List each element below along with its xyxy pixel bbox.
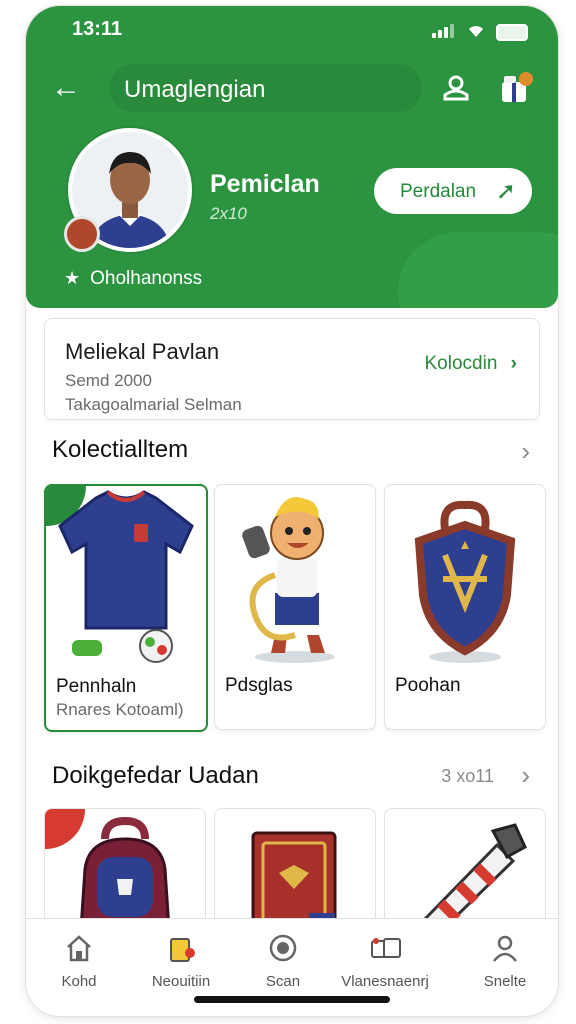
nav-label: Scan bbox=[265, 973, 301, 990]
chevron-right-icon[interactable]: › bbox=[521, 436, 530, 467]
status-time: 13:11 bbox=[72, 18, 123, 40]
scan-icon bbox=[269, 934, 297, 962]
profile-icon bbox=[493, 935, 517, 962]
arrow-right-icon: ➚ bbox=[495, 178, 516, 205]
title-pill: Umaglengian bbox=[110, 64, 422, 112]
summary-link[interactable]: Kolocdin › bbox=[425, 353, 518, 375]
profile-header: 13:11 ← Umaglengian Pemiclan 2x10 Perdal… bbox=[26, 6, 558, 308]
summary-line-1: Semd 2000 bbox=[65, 371, 152, 390]
summary-title: Meliekal Pavlan bbox=[65, 339, 220, 364]
item-book[interactable] bbox=[214, 808, 376, 930]
user-settings-icon[interactable] bbox=[438, 70, 474, 106]
home-indicator[interactable] bbox=[194, 996, 390, 1003]
phone-screen: 13:11 ← Umaglengian Pemiclan 2x10 Perdal… bbox=[26, 6, 558, 1016]
profile-stat: ★ Oholhanonss bbox=[64, 268, 202, 290]
profile-name: Pemiclan bbox=[210, 170, 320, 198]
item-label: Poohan bbox=[395, 675, 461, 696]
summary-link-label: Kolocdin bbox=[424, 353, 498, 374]
item-backpack[interactable] bbox=[44, 808, 206, 930]
collection-item-mascot[interactable]: Pdsglas bbox=[214, 484, 376, 730]
cards-icon bbox=[371, 938, 401, 958]
wifi-icon bbox=[469, 26, 483, 37]
scarf-image bbox=[422, 823, 527, 929]
item-sublabel: Rnares Kotoaml) bbox=[56, 700, 184, 719]
jersey-image bbox=[58, 490, 194, 663]
status-bar: 13:11 bbox=[26, 18, 558, 42]
profile-action-button[interactable]: Perdalan ➚ bbox=[374, 168, 532, 214]
profile-row: Pemiclan 2x10 Perdalan ➚ bbox=[26, 124, 558, 252]
profile-action-label: Perdalan bbox=[400, 181, 477, 202]
item-label: Pennhaln bbox=[56, 676, 137, 697]
club-badge-icon bbox=[64, 216, 100, 252]
section2-count: 3 xo11 bbox=[441, 766, 494, 786]
item-label: Pdsglas bbox=[225, 675, 293, 696]
star-icon: ★ bbox=[64, 268, 81, 288]
book-image bbox=[251, 831, 337, 929]
shield-image bbox=[414, 500, 516, 663]
back-arrow-icon[interactable]: ← bbox=[48, 70, 84, 106]
item-scarf[interactable] bbox=[384, 808, 546, 930]
page-title: Umaglengian bbox=[124, 76, 266, 103]
notebook-icon bbox=[170, 938, 195, 962]
nav-scan[interactable]: Scan bbox=[238, 931, 328, 991]
nav-label: Vlanesnaenrj bbox=[341, 973, 429, 990]
home-icon bbox=[67, 935, 91, 962]
summary-line-2: Takagoalmarial Selman bbox=[65, 395, 242, 414]
nav-label: Neouitiin bbox=[151, 973, 211, 990]
nav-profile[interactable]: Snelte bbox=[460, 931, 550, 991]
chevron-right-icon: › bbox=[510, 353, 517, 374]
nav-notebook[interactable]: Neouitiin bbox=[136, 931, 226, 991]
top-navbar: ← Umaglengian bbox=[26, 60, 558, 116]
profile-subtitle: 2x10 bbox=[210, 204, 247, 223]
battery-icon bbox=[496, 24, 528, 41]
profile-stat-text: Oholhanonss bbox=[90, 268, 203, 289]
collection-item-shield[interactable]: Poohan bbox=[384, 484, 546, 730]
summary-card[interactable]: Meliekal Pavlan Semd 2000 Takagoalmarial… bbox=[44, 318, 540, 420]
chevron-right-icon[interactable]: › bbox=[521, 760, 530, 791]
gift-box-icon[interactable] bbox=[498, 70, 534, 106]
nav-cards[interactable]: Vlanesnaenrj bbox=[340, 931, 430, 991]
signal-icon bbox=[432, 24, 458, 38]
nav-home[interactable]: Kohd bbox=[34, 931, 124, 991]
section2-title: Doikgefedar Uadan bbox=[52, 762, 259, 789]
collection-section-title: Kolectialltem bbox=[52, 436, 189, 463]
nav-label: Kohd bbox=[61, 973, 97, 990]
collection-item-jersey[interactable]: Pennhaln Rnares Kotoaml) bbox=[44, 484, 208, 732]
mascot-image bbox=[242, 497, 335, 663]
nav-label: Snelte bbox=[483, 973, 527, 990]
